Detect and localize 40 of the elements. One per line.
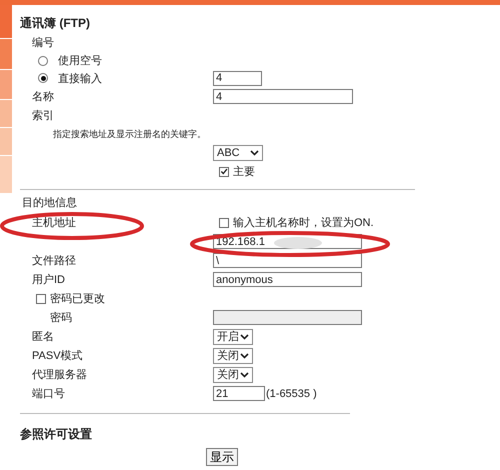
caret-icon <box>240 372 249 378</box>
section-title: 通讯簿 (FTP) <box>20 15 91 32</box>
checkbox-label[interactable]: 主要 <box>233 164 255 179</box>
field-label: PASV模式 <box>31 349 84 363</box>
input-field[interactable]: 4 <box>213 70 262 86</box>
show-button[interactable]: 显示 <box>206 448 238 466</box>
caret-icon <box>240 334 249 340</box>
hint-text: 指定搜索地址及显示注册名的关键字。 <box>53 129 206 139</box>
field-label: 主机地址 <box>31 216 77 230</box>
section-subtitle: 目的地信息 <box>21 196 78 211</box>
field-label: 用户ID <box>31 272 66 287</box>
input-field[interactable]: 21 <box>213 386 265 401</box>
radio-button[interactable] <box>38 73 48 84</box>
checkbox[interactable] <box>36 294 46 304</box>
dropdown[interactable]: 开启 <box>213 328 253 344</box>
field-label: 名称 <box>31 90 55 104</box>
option-label[interactable]: 使用空号 <box>58 53 102 68</box>
dropdown[interactable]: 关闭 <box>213 348 253 364</box>
field-label: 密码 <box>49 310 73 325</box>
field-label: 编号 <box>31 36 55 50</box>
checkbox-label[interactable]: 输入主机名称时，设置为ON. <box>233 215 374 230</box>
field-label: 匿名 <box>31 330 55 344</box>
range-text: (1-65535 ) <box>266 388 317 400</box>
section-title: 参照许可设置 <box>20 426 93 443</box>
field-label: 代理服务器 <box>31 368 88 382</box>
field-label: 文件路径 <box>31 254 77 268</box>
dropdown[interactable]: 关闭 <box>213 366 253 382</box>
dropdown[interactable]: ABC <box>213 144 263 160</box>
blur-patch <box>274 237 322 249</box>
field-label: 端口号 <box>31 387 66 401</box>
caret-icon <box>250 150 259 156</box>
input-field[interactable]: 4 <box>213 89 353 104</box>
checkbox-label[interactable]: 密码已更改 <box>50 291 105 306</box>
field-label: 索引 <box>31 108 55 123</box>
checkbox[interactable] <box>219 218 229 228</box>
option-label[interactable]: 直接输入 <box>58 70 102 86</box>
checkbox[interactable] <box>219 166 229 176</box>
radio-button[interactable] <box>38 56 48 66</box>
caret-icon <box>240 352 249 358</box>
input-field[interactable]: anonymous <box>213 272 362 287</box>
